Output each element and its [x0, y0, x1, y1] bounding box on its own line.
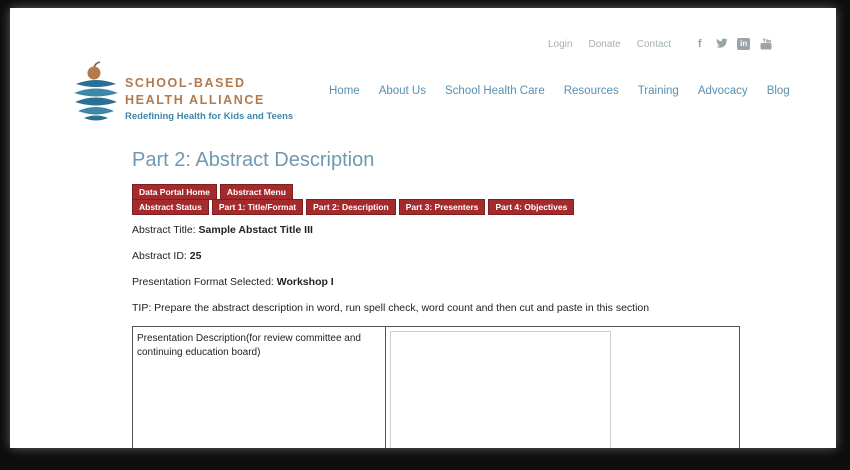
- abstract-title-line: Abstract Title: Sample Abstact Title III: [132, 224, 313, 236]
- nav-training[interactable]: Training: [638, 85, 679, 97]
- abstract-title-label: Abstract Title:: [132, 224, 199, 236]
- page-title: Part 2: Abstract Description: [132, 149, 375, 171]
- nav-about-us[interactable]: About Us: [379, 85, 426, 97]
- part1-title-format-button[interactable]: Part 1: Title/Format: [211, 199, 304, 215]
- abstract-status-button[interactable]: Abstract Status: [132, 199, 209, 215]
- swirl-apple-logo-icon: [74, 61, 118, 121]
- nav-resources[interactable]: Resources: [564, 85, 619, 97]
- facebook-icon[interactable]: f: [693, 38, 706, 50]
- description-textarea[interactable]: [390, 331, 611, 448]
- main-nav: Home About Us School Health Care Resourc…: [329, 85, 790, 97]
- logo[interactable]: SCHOOL-BASED HEALTH ALLIANCE Redefining …: [72, 60, 312, 130]
- abstract-parts-button-row: Abstract Status Part 1: Title/Format Par…: [132, 199, 577, 215]
- abstract-menu-button[interactable]: Abstract Menu: [219, 184, 293, 200]
- youtube-icon[interactable]: [759, 38, 772, 50]
- login-link[interactable]: Login: [548, 39, 572, 50]
- column-divider: [385, 327, 386, 448]
- presentation-format-label: Presentation Format Selected:: [132, 276, 277, 288]
- nav-home[interactable]: Home: [329, 85, 360, 97]
- abstract-id-value: 25: [189, 250, 202, 262]
- description-label: Presentation Description(for review comm…: [137, 333, 361, 358]
- twitter-icon[interactable]: [715, 38, 728, 50]
- data-portal-home-button[interactable]: Data Portal Home: [132, 184, 217, 200]
- part4-objectives-button[interactable]: Part 4: Objectives: [488, 199, 575, 215]
- contact-link[interactable]: Contact: [637, 39, 671, 50]
- logo-tagline: Redefining Health for Kids and Teens: [125, 111, 294, 122]
- abstract-id-label: Abstract ID:: [132, 250, 190, 262]
- tip-text: TIP: Prepare the abstract description in…: [132, 302, 650, 314]
- donate-link[interactable]: Donate: [588, 39, 620, 50]
- logo-line2: HEALTH ALLIANCE: [125, 93, 265, 107]
- browser-page: Login Donate Contact f in SCHOOL-BASED H…: [10, 8, 836, 448]
- nav-school-health-care[interactable]: School Health Care: [445, 85, 545, 97]
- utility-nav: Login Donate Contact f in: [548, 38, 781, 50]
- portal-button-row: Data Portal Home Abstract Menu: [132, 184, 296, 200]
- part2-description-button[interactable]: Part 2: Description: [306, 199, 396, 215]
- nav-advocacy[interactable]: Advocacy: [698, 85, 748, 97]
- description-form-table: Presentation Description(for review comm…: [132, 326, 740, 448]
- logo-line1: SCHOOL-BASED: [125, 76, 246, 90]
- linkedin-icon[interactable]: in: [737, 38, 751, 50]
- nav-blog[interactable]: Blog: [767, 85, 790, 97]
- abstract-title-value: Sample Abstact Title III: [198, 224, 313, 236]
- abstract-id-line: Abstract ID: 25: [132, 250, 201, 262]
- social-links: f in: [693, 38, 781, 50]
- presentation-format-line: Presentation Format Selected: Workshop I: [132, 276, 334, 288]
- part3-presenters-button[interactable]: Part 3: Presenters: [398, 199, 486, 215]
- presentation-format-value: Workshop I: [276, 276, 334, 288]
